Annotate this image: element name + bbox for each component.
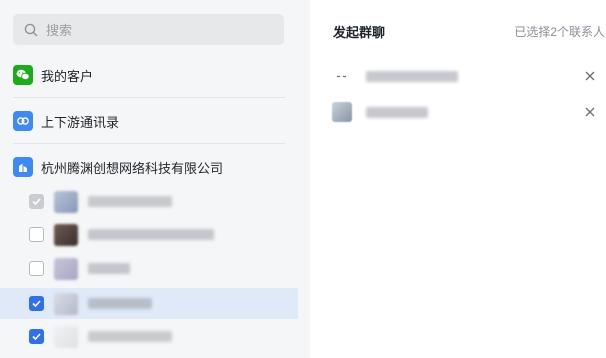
member-row[interactable] <box>0 219 298 250</box>
checkbox-disabled <box>29 194 44 209</box>
avatar <box>54 326 78 348</box>
nav-item-my-customers[interactable]: 我的客户 <box>13 65 285 85</box>
member-row[interactable] <box>0 253 298 284</box>
divider <box>13 97 285 98</box>
avatar <box>332 66 352 86</box>
member-name-redacted <box>88 331 172 342</box>
contact-name-redacted <box>366 107 428 118</box>
wechat-icon <box>13 65 33 85</box>
avatar <box>54 258 78 280</box>
remove-contact-button[interactable] <box>583 69 597 83</box>
link-icon <box>13 111 33 131</box>
member-row[interactable] <box>0 321 298 352</box>
avatar <box>332 102 352 122</box>
member-name-redacted <box>88 263 130 274</box>
contact-picker-panel: 搜索 我的客户 上下游通讯录 杭州腾渊创想网络科技有限公司 <box>0 0 310 358</box>
divider <box>13 143 285 144</box>
nav-item-supply-chain-contacts[interactable]: 上下游通讯录 <box>13 111 285 131</box>
search-icon <box>24 23 38 37</box>
nav-label: 杭州腾渊创想网络科技有限公司 <box>41 160 224 176</box>
checkbox[interactable] <box>29 227 44 242</box>
close-icon <box>585 71 595 81</box>
nav-item-company[interactable]: 杭州腾渊创想网络科技有限公司 <box>13 157 285 177</box>
checkbox-checked[interactable] <box>29 329 44 344</box>
close-icon <box>585 107 595 117</box>
panel-title: 发起群聊 <box>333 25 386 40</box>
selected-contact <box>332 66 600 88</box>
member-name-redacted <box>88 298 152 309</box>
checkbox-checked[interactable] <box>29 296 44 311</box>
selected-contact <box>332 102 600 124</box>
company-icon <box>13 157 33 177</box>
selected-count: 已选择2个联系人 <box>514 25 605 39</box>
avatar <box>54 224 78 246</box>
avatar <box>54 293 78 315</box>
avatar <box>54 191 78 213</box>
selected-panel: 发起群聊 已选择2个联系人 <box>310 0 606 358</box>
search-input[interactable]: 搜索 <box>46 20 72 39</box>
member-name-redacted <box>88 229 214 240</box>
checkbox[interactable] <box>29 261 44 276</box>
remove-contact-button[interactable] <box>583 105 597 119</box>
member-row-selected[interactable] <box>0 288 298 319</box>
search-box[interactable]: 搜索 <box>13 14 284 45</box>
nav-label: 我的客户 <box>41 68 94 84</box>
group-chat-dialog: 搜索 我的客户 上下游通讯录 杭州腾渊创想网络科技有限公司 发起群聊 已选择2个… <box>0 0 606 358</box>
member-name-redacted <box>88 196 172 207</box>
nav-label: 上下游通讯录 <box>41 114 120 130</box>
member-row[interactable] <box>0 186 298 217</box>
contact-name-redacted <box>366 71 458 82</box>
